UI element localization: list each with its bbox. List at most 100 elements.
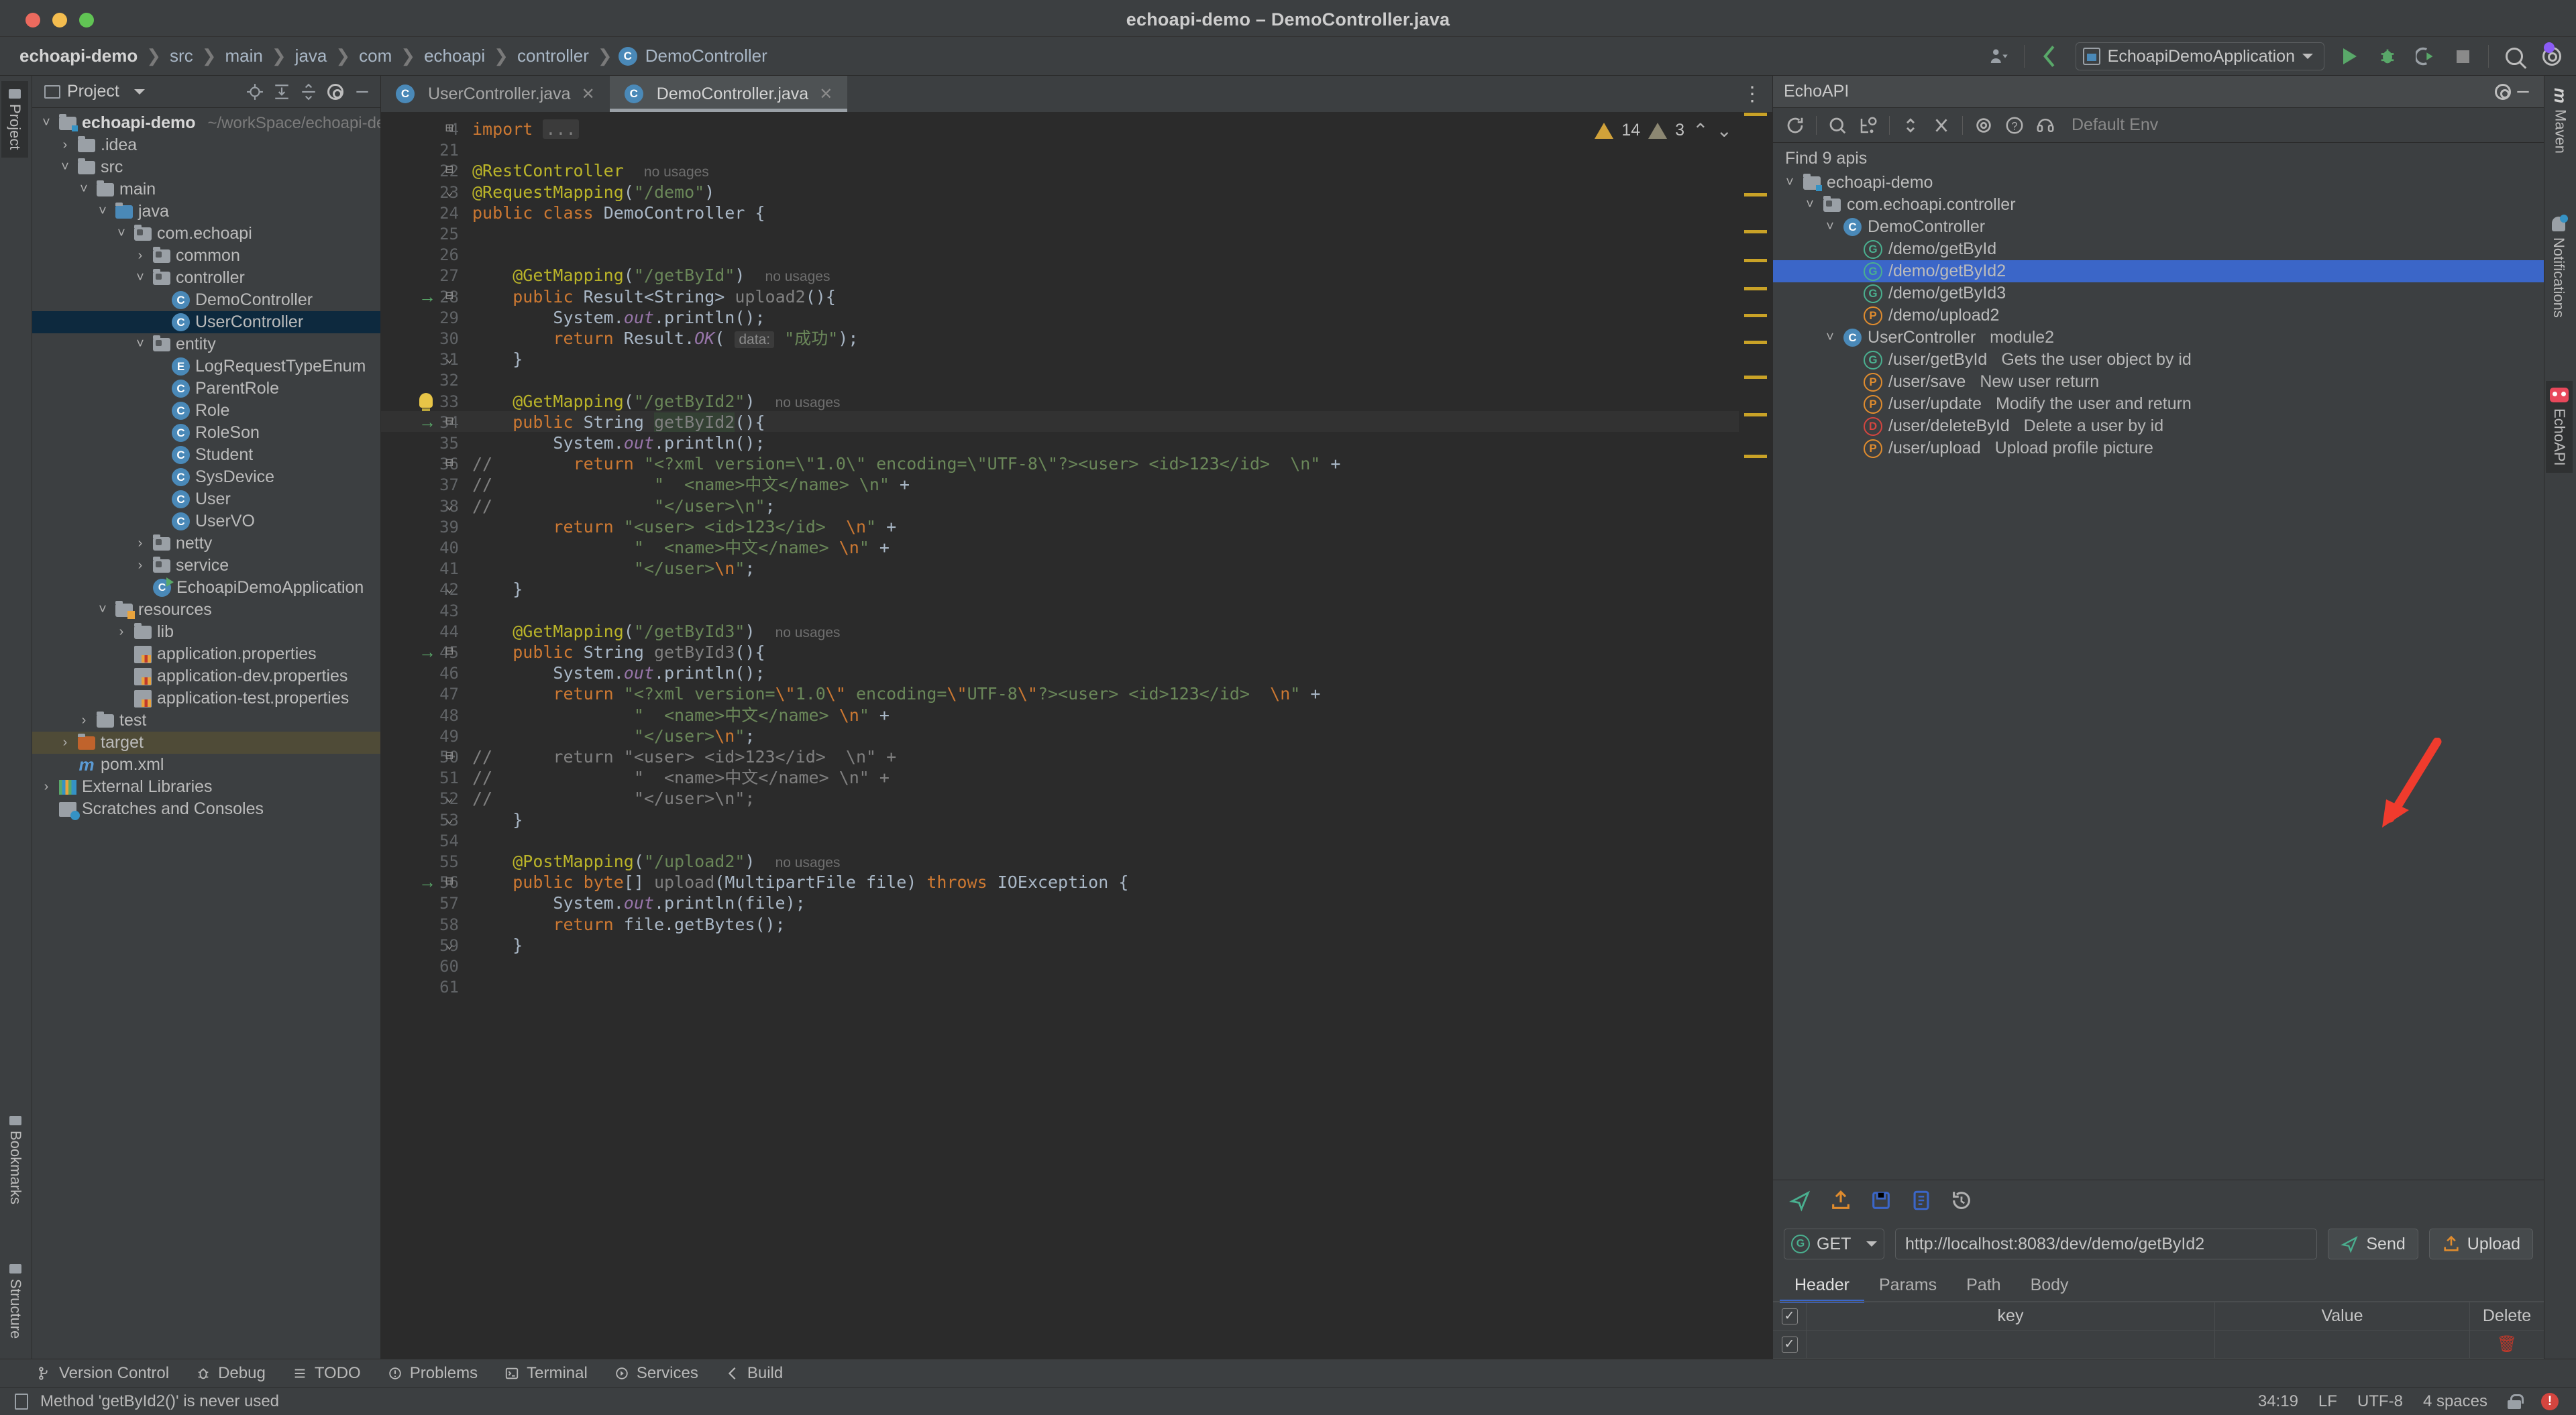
code-line[interactable]: import ... <box>472 119 579 139</box>
chevron-down-icon[interactable]: ˅ <box>76 182 91 197</box>
api-item--demo-getbyid[interactable]: G/demo/getById <box>1773 238 2544 260</box>
tree-item-src[interactable]: ˅ src <box>32 156 380 178</box>
inspection-marker[interactable] <box>1744 259 1767 262</box>
tree-item-echoapi-demo[interactable]: ˅ echoapi-demo ~/workSpace/echoapi-demo <box>32 112 380 134</box>
code-line[interactable]: // " <name>中文</name> \n" + <box>472 767 890 788</box>
tree-item-target[interactable]: › target <box>32 732 380 754</box>
api-item--user-getbyid[interactable]: G/user/getById Gets the user object by id <box>1773 349 2544 371</box>
breadcrumb-item-4[interactable]: com <box>356 46 394 66</box>
tool-version-control[interactable]: Version Control <box>37 1364 169 1383</box>
line-separator[interactable]: LF <box>2318 1392 2337 1411</box>
code-fold-icon[interactable]: ⌄ <box>445 936 453 952</box>
search-everywhere-icon[interactable] <box>2502 44 2526 68</box>
tree-item-java[interactable]: ˅ java <box>32 201 380 223</box>
code-line[interactable]: public String getById2(){ <box>472 412 765 433</box>
api-item--user-deletebyid[interactable]: D/user/deleteById Delete a user by id <box>1773 415 2544 437</box>
settings-icon[interactable] <box>325 82 345 102</box>
chevron-down-icon[interactable]: ˅ <box>95 602 110 618</box>
chevron-down-icon[interactable]: ˅ <box>114 226 129 241</box>
tool-todo[interactable]: TODO <box>292 1364 361 1383</box>
code-fold-icon[interactable]: ⌄ <box>445 496 453 512</box>
http-method-select[interactable]: G GET <box>1784 1229 1884 1259</box>
code-line[interactable]: // "</user>\n"; <box>472 496 775 516</box>
api-item--demo-getbyid3[interactable]: G/demo/getById3 <box>1773 282 2544 304</box>
breadcrumb-item-2[interactable]: main <box>223 46 266 66</box>
tool-services[interactable]: Services <box>614 1364 698 1383</box>
stop-button[interactable] <box>2451 44 2475 68</box>
run-gutter-icon[interactable]: → <box>419 872 436 893</box>
editor-tab-usercontroller[interactable]: C UserController.java ✕ <box>381 76 610 112</box>
code-line[interactable]: " <name>中文</name> \n" + <box>472 537 890 558</box>
code-line[interactable]: System.out.println(); <box>472 433 765 453</box>
code-fold-icon[interactable]: ⊟ <box>445 747 453 763</box>
code-line[interactable]: @RestController no usages <box>472 160 709 182</box>
code-line[interactable]: public Result<String> upload2(){ <box>472 286 836 307</box>
upload-icon[interactable] <box>1828 1188 1854 1213</box>
tab-body[interactable]: Body <box>2016 1268 2084 1302</box>
user-avatar-icon[interactable] <box>1986 44 2010 68</box>
api-item--user-update[interactable]: P/user/update Modify the user and return <box>1773 393 2544 415</box>
add-api-icon[interactable] <box>1853 110 1884 141</box>
tree-item-roleson[interactable]: C RoleSon <box>32 422 380 444</box>
tab-header[interactable]: Header <box>1780 1268 1864 1303</box>
tree-item-application-dev-properties[interactable]: application-dev.properties <box>32 665 380 687</box>
code-fold-icon[interactable]: ⊟ <box>445 454 453 470</box>
code-line[interactable]: // return "<user> <id>123</id> \n" + <box>472 746 896 767</box>
code-fold-icon[interactable]: ⊟ <box>445 642 453 659</box>
tree-item-uservo[interactable]: C UserVO <box>32 510 380 532</box>
tab-path[interactable]: Path <box>1951 1268 2015 1302</box>
project-tree[interactable]: ˅ echoapi-demo ~/workSpace/echoapi-demo › .i… <box>32 108 380 1359</box>
tool-build[interactable]: Build <box>725 1364 783 1383</box>
tree-item-controller[interactable]: ˅ controller <box>32 267 380 289</box>
inspection-marker[interactable] <box>1744 376 1767 379</box>
debug-button[interactable] <box>2375 44 2400 68</box>
breadcrumb-item-0[interactable]: echoapi-demo <box>17 46 140 66</box>
code-line[interactable]: public String getById3(){ <box>472 642 765 663</box>
code-line[interactable] <box>472 370 482 390</box>
tree-item-common[interactable]: › common <box>32 245 380 267</box>
chevron-down-icon[interactable]: ˅ <box>39 115 54 131</box>
inspection-marker[interactable] <box>1744 193 1767 196</box>
inspection-marker[interactable] <box>1744 230 1767 233</box>
code-line[interactable]: "</user>\n"; <box>472 726 755 746</box>
run-button[interactable] <box>2338 44 2362 68</box>
chevron-down-icon[interactable]: ˅ <box>133 337 148 352</box>
chevron-right-icon[interactable]: › <box>39 779 54 795</box>
code-line[interactable]: @GetMapping("/getById3") no usages <box>472 621 840 643</box>
code-line[interactable]: return Result.OK( data: "成功"); <box>472 328 858 350</box>
run-gutter-icon[interactable]: → <box>419 642 436 663</box>
code-line[interactable] <box>472 956 482 976</box>
url-input[interactable]: http://localhost:8083/dev/demo/getById2 <box>1895 1229 2318 1259</box>
tree-item-com-echoapi[interactable]: ˅ com.echoapi <box>32 223 380 245</box>
tree-item-lib[interactable]: › lib <box>32 621 380 643</box>
code-fold-icon[interactable]: ⊞ <box>445 119 453 135</box>
row-value-input[interactable] <box>2215 1331 2470 1359</box>
inspection-marker[interactable] <box>1744 413 1767 416</box>
tree-item-echoapidemoapplication[interactable]: C EchoapiDemoApplication <box>32 577 380 599</box>
settings-icon[interactable] <box>2493 82 2513 102</box>
inspection-summary[interactable]: 14 3 ⌃ ⌄ <box>1595 119 1732 142</box>
api-item-com-echoapi-controller[interactable]: ˅ com.echoapi.controller <box>1773 194 2544 216</box>
rail-tab-structure[interactable]: Structure <box>3 1257 28 1345</box>
tree-item-external-libraries[interactable]: › External Libraries <box>32 776 380 798</box>
run-with-coverage-button[interactable] <box>2413 44 2437 68</box>
updates-icon[interactable] <box>2038 44 2062 68</box>
send-button[interactable]: Send <box>2328 1229 2418 1259</box>
environment-selector[interactable]: Default Env <box>2072 115 2158 135</box>
inspection-marker[interactable] <box>1744 113 1767 116</box>
code-line[interactable]: // " <name>中文</name> \n" + <box>472 474 910 495</box>
inspection-stripe[interactable] <box>1739 113 1772 1359</box>
breadcrumb-item-6[interactable]: controller <box>515 46 592 66</box>
code-line[interactable]: @GetMapping("/getById") no usages <box>472 265 830 287</box>
code-line[interactable]: public class DemoController { <box>472 203 765 223</box>
indent-setting[interactable]: 4 spaces <box>2423 1392 2487 1411</box>
rail-tab-echoapi[interactable]: EchoAPI <box>2546 381 2573 473</box>
chevron-down-icon[interactable]: ˅ <box>1823 330 1837 345</box>
file-encoding[interactable]: UTF-8 <box>2357 1392 2403 1411</box>
code-fold-icon[interactable]: ⌄ <box>445 349 453 365</box>
chevron-down-icon[interactable]: ˅ <box>1803 197 1817 213</box>
code-line[interactable]: return "<user> <id>123</id> \n" + <box>472 516 896 537</box>
rail-tab-notifications[interactable]: Notifications <box>2546 210 2571 325</box>
chevron-down-icon[interactable]: ˅ <box>1823 219 1837 235</box>
send-plane-icon[interactable] <box>1788 1188 1813 1213</box>
